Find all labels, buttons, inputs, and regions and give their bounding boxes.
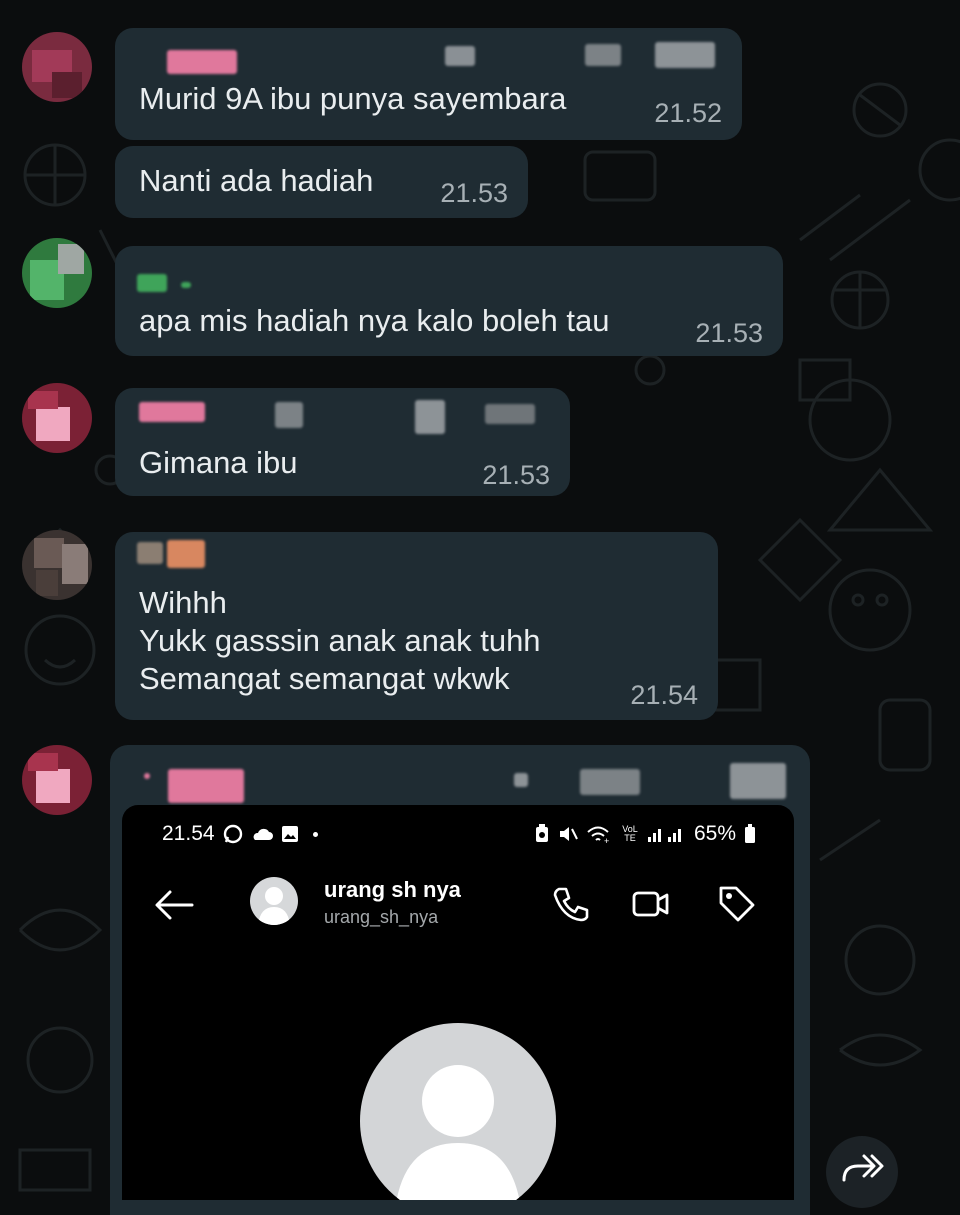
sender-avatar[interactable] [22,383,92,453]
default-avatar-icon [258,887,290,925]
signal-icon [647,829,681,842]
wifi-icon: + [587,826,609,844]
sender-name-redacted [144,773,150,779]
contact-avatar[interactable] [250,877,298,925]
contact-name[interactable]: urang sh nya [324,877,461,903]
forward-button[interactable] [826,1136,898,1208]
message-text: apa mis hadiah nya kalo boleh tau [139,303,610,338]
sender-avatar[interactable] [22,745,92,815]
back-arrow-icon[interactable] [152,887,196,923]
avatar-image [22,238,92,308]
sender-avatar[interactable] [22,32,92,102]
message-bubble[interactable]: Gimana ibu 21.53 [115,388,570,496]
sender-name-redacted [137,274,167,292]
sender-number-redacted [275,402,303,428]
message-text: Nanti ada hadiah [139,163,374,198]
sender-avatar[interactable] [22,238,92,308]
video-call-icon[interactable] [630,883,672,925]
message-time: 21.53 [482,460,550,490]
sender-avatar[interactable] [22,530,92,600]
contact-username: urang_sh_nya [324,907,439,927]
whatsapp-icon [223,824,242,844]
message-bubble[interactable]: apa mis hadiah nya kalo boleh tau 21.53 [115,246,783,356]
message-text: Wihhh Yukk gasssin anak anak tuhh Semang… [139,585,541,696]
message-time: 21.52 [654,98,722,128]
more-notifications-dot [312,831,318,837]
status-bar: 21.54 + VoLTE 65% [162,817,756,851]
sender-number-redacted [730,763,786,799]
sender-number-redacted [580,769,640,795]
avatar-image [22,530,92,600]
tag-icon[interactable] [716,883,758,925]
avatar-image [22,745,92,815]
default-avatar-icon [396,1065,520,1200]
mute-icon [559,827,578,841]
sender-number-redacted [485,404,535,424]
sender-number-redacted [445,46,475,66]
battery-saver-icon [535,824,548,842]
sender-name-redacted [139,42,239,76]
sender-name-redacted [139,402,205,422]
battery-icon [745,824,755,843]
message-text: Gimana ibu [139,445,298,480]
sender-name-redacted [168,769,244,803]
battery-percent: 65% [693,822,736,845]
phone-call-icon[interactable] [550,883,592,925]
message-time: 21.54 [630,680,698,710]
sender-number-redacted [585,44,621,66]
volte-badge: VoLTE [622,824,638,843]
sender-name-redacted [137,542,163,564]
cloud-icon [253,828,273,840]
avatar-image [22,32,92,102]
shared-screenshot[interactable]: 21.54 + VoLTE 65% urang sh nya urang_sh_… [122,805,794,1200]
svg-text:+: + [604,836,609,844]
message-time: 21.53 [695,318,763,348]
gallery-icon [281,826,298,842]
forward-icon [842,1154,884,1182]
sender-number-redacted [415,400,445,434]
message-time: 21.53 [440,178,508,208]
profile-picture[interactable] [360,1023,556,1200]
message-bubble[interactable]: Wihhh Yukk gasssin anak anak tuhh Semang… [115,532,718,720]
status-time: 21.54 [162,822,215,845]
message-bubble[interactable]: Nanti ada hadiah 21.53 [115,146,528,218]
sender-number-redacted [655,42,715,68]
message-bubble[interactable]: Murid 9A ibu punya sayembara 21.52 [115,28,742,140]
sender-name-redacted [181,282,191,288]
avatar-image [22,383,92,453]
sender-number-redacted [514,773,528,787]
message-text: Murid 9A ibu punya sayembara [139,81,567,116]
sender-name-redacted [167,540,205,568]
